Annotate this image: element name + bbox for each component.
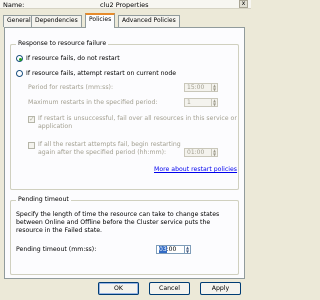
max-restarts-spinner[interactable]: 1 ▲ ▼ <box>184 98 218 107</box>
restart-radio[interactable] <box>16 70 23 77</box>
retry-period-spinner[interactable]: 01:00 ▲ ▼ <box>184 148 218 157</box>
max-restarts-label: Maximum restarts in the specified period… <box>28 99 158 106</box>
pending-timeout-spinner[interactable]: 03:00 ▲ ▼ <box>156 245 191 254</box>
pending-spin-arrows[interactable]: ▲ ▼ <box>184 246 190 253</box>
window-title-prefix: Name: <box>3 1 25 9</box>
down-arrow-icon[interactable]: ▼ <box>212 152 217 157</box>
max-restarts-spin-arrows[interactable]: ▲ ▼ <box>211 99 217 106</box>
tab-policies[interactable]: Policies <box>85 13 116 28</box>
retry-label-line2: again after the specified period (hh:mm)… <box>38 149 167 156</box>
title-bar: Name: clu2 Properties x <box>0 0 251 9</box>
max-restarts-value: 1 <box>187 99 191 106</box>
down-arrow-icon[interactable]: ▼ <box>212 87 217 92</box>
period-spin-arrows[interactable]: ▲ ▼ <box>211 84 217 91</box>
pending-description-line3: resource in the Failed state. <box>16 227 103 234</box>
pending-description: Specify the length of time the resource … <box>16 211 220 218</box>
pending-description-line2: between Online and Offline before the Cl… <box>16 219 211 226</box>
apply-button[interactable]: Apply <box>200 282 241 295</box>
retry-label: If all the restart attempts fail, begin … <box>38 141 181 148</box>
pending-timeout-label: Pending timeout (mm:ss): <box>16 246 97 253</box>
close-button[interactable]: x <box>239 0 248 8</box>
tab-advanced-policies[interactable]: Advanced Policies <box>118 15 180 27</box>
down-arrow-icon[interactable]: ▼ <box>212 102 217 107</box>
tab-dependencies[interactable]: Dependencies <box>31 15 82 27</box>
ok-button[interactable]: OK <box>98 282 139 295</box>
response-group-title: Response to resource failure <box>16 40 109 47</box>
restart-label: If resource fails, attempt restart on cu… <box>26 70 177 77</box>
pending-timeout-rest: :00 <box>166 246 177 253</box>
down-arrow-icon[interactable]: ▼ <box>185 249 190 254</box>
pending-timeout-selected: 03 <box>159 246 167 253</box>
no-restart-radio[interactable] <box>16 55 23 62</box>
period-label: Period for restarts (mm:ss): <box>28 84 114 91</box>
retry-spin-arrows[interactable]: ▲ ▼ <box>211 149 217 156</box>
more-about-restart-policies-link[interactable]: More about restart policies <box>154 166 237 173</box>
retry-period-value: 01:00 <box>187 149 205 156</box>
failover-checkbox[interactable] <box>28 115 35 123</box>
tab-general[interactable]: General <box>3 15 35 27</box>
cancel-button[interactable]: Cancel <box>149 282 190 295</box>
no-restart-label: If resource fails, do not restart <box>26 55 120 62</box>
period-spinner[interactable]: 15:00 ▲ ▼ <box>184 83 218 92</box>
response-group: Response to resource failure If resource… <box>10 40 239 190</box>
period-value: 15:00 <box>187 84 205 91</box>
window-title: clu2 Properties <box>100 1 149 9</box>
pending-timeout-value[interactable]: 03:00 <box>159 246 176 253</box>
failover-label: If restart is unsuccessful, fail over al… <box>38 115 237 122</box>
policies-panel: Response to resource failure If resource… <box>4 27 245 279</box>
pending-group: Pending timeout Specify the length of ti… <box>10 196 239 275</box>
pending-group-title: Pending timeout <box>16 196 71 203</box>
failover-label-line2: application <box>38 123 73 130</box>
retry-checkbox[interactable] <box>28 142 35 149</box>
